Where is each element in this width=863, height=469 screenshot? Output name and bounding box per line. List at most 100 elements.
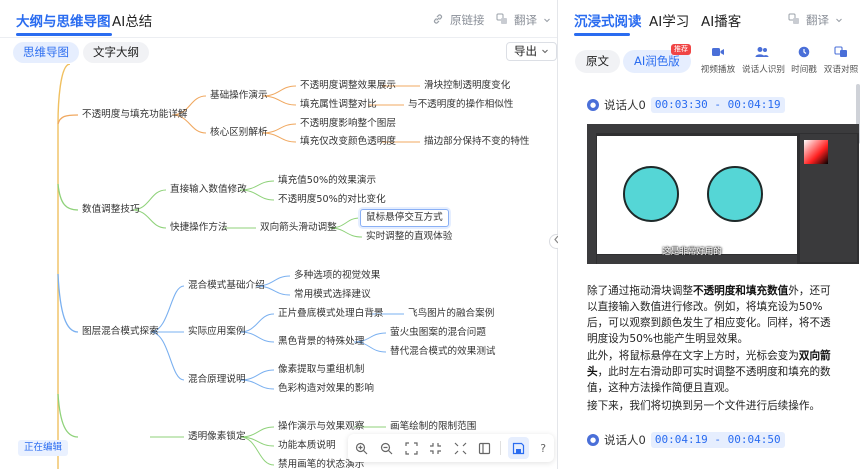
mindmap-node[interactable]: 与不透明度的操作相似性 bbox=[408, 99, 514, 111]
mindmap-node[interactable]: 画笔绘制的限制范围 bbox=[390, 421, 476, 433]
mindmap-node[interactable]: 描边部分保持不变的特性 bbox=[424, 136, 530, 148]
translate-icon bbox=[788, 13, 800, 28]
transcript-paragraph: 接下来，我们将切换到另一个文件进行后续操作。 bbox=[587, 400, 821, 412]
mindmap-node[interactable]: 混合原理说明 bbox=[188, 374, 246, 386]
bilingual-icon bbox=[821, 46, 861, 62]
speaker-id-button[interactable]: 说话人识别 bbox=[742, 46, 785, 75]
left-tab-bar: 大纲与思维导图 AI总结 原链接 翻译 bbox=[0, 0, 557, 38]
video-icon bbox=[698, 46, 738, 62]
active-tab-underline bbox=[574, 33, 630, 36]
active-tab-underline bbox=[16, 33, 112, 36]
chevron-down-icon bbox=[835, 13, 843, 27]
mindmap-node[interactable]: 萤火虫图案的混合问题 bbox=[390, 327, 486, 339]
outline-view-button[interactable]: 文字大纲 bbox=[83, 42, 149, 63]
chevron-down-icon bbox=[541, 49, 548, 54]
people-icon bbox=[742, 46, 782, 62]
fit-screen-icon[interactable] bbox=[400, 437, 422, 459]
translate-label: 翻译 bbox=[514, 13, 537, 27]
timestamp-link[interactable]: 00:03:30 - 00:04:19 bbox=[650, 97, 785, 113]
zoom-in-icon[interactable] bbox=[351, 437, 373, 459]
speaker-row: ● 说话人0 00:03:30 - 00:04:19 bbox=[587, 97, 785, 113]
mindmap-connectors bbox=[57, 64, 420, 469]
mindmap-node[interactable]: 黑色背景的特殊处理 bbox=[278, 336, 364, 348]
video-app-side-panel bbox=[800, 134, 857, 262]
video-app-canvas bbox=[597, 136, 797, 254]
translate-icon bbox=[496, 13, 508, 28]
original-link-button[interactable]: 原链接 bbox=[432, 12, 485, 28]
tab-ai-summary[interactable]: AI总结 bbox=[112, 10, 152, 30]
mindmap-canvas[interactable]: 不透明度与填充功能详解 基础操作演示 不透明度调整效果展示 滑块控制透明度变化 … bbox=[0, 64, 557, 469]
bilingual-button[interactable]: 双语对照 bbox=[821, 46, 861, 75]
mindmap-node[interactable]: 直接输入数值修改 bbox=[170, 184, 247, 196]
timestamp-button[interactable]: 时间戳 bbox=[784, 46, 824, 75]
timestamp-link[interactable]: 00:04:19 - 00:04:50 bbox=[650, 432, 785, 448]
speaker-avatar-icon: ● bbox=[587, 99, 599, 111]
mindmap-node[interactable]: 实时调整的直观体验 bbox=[366, 231, 452, 243]
zoom-out-icon[interactable] bbox=[376, 437, 398, 459]
bilingual-label: 双语对照 bbox=[823, 65, 859, 75]
cyan-circle-right bbox=[707, 166, 763, 222]
mindmap-node[interactable]: 替代混合模式的效果测试 bbox=[390, 346, 496, 358]
cyan-circle-left bbox=[623, 166, 679, 222]
sidebar-icon[interactable] bbox=[474, 437, 496, 459]
expand-all-icon[interactable] bbox=[450, 437, 472, 459]
mindmap-node[interactable]: 快捷操作方法 bbox=[170, 222, 228, 234]
mindmap-node[interactable]: 核心区别解析 bbox=[210, 127, 268, 139]
tab-ai-podcast[interactable]: AI播客 bbox=[701, 10, 741, 30]
mindmap-node[interactable]: 不透明度调整效果展示 bbox=[300, 80, 396, 92]
speaker-name: 说话人0 bbox=[604, 98, 646, 112]
transcript-paragraph: 此外，将鼠标悬停在文字上方时，光标会变为双向箭头，此时左右滑动即可实时调整不透明… bbox=[587, 348, 833, 396]
help-icon[interactable]: ? bbox=[532, 437, 554, 459]
translate-button-right[interactable]: 翻译 bbox=[788, 12, 843, 28]
mindmap-node[interactable]: 像素提取与重组机制 bbox=[278, 364, 364, 376]
speaker-id-label: 说话人识别 bbox=[742, 65, 785, 75]
collapse-all-icon[interactable] bbox=[425, 437, 447, 459]
tab-outline-mindmap[interactable]: 大纲与思维导图 bbox=[16, 10, 111, 30]
save-icon[interactable] bbox=[507, 437, 530, 459]
mindmap-node[interactable]: 不透明度影响整个图层 bbox=[300, 118, 396, 130]
clock-icon bbox=[784, 46, 824, 62]
mindmap-node[interactable]: 基础操作演示 bbox=[210, 90, 268, 102]
toolbar-divider bbox=[499, 441, 501, 455]
mindmap-node[interactable]: 色彩构造对效果的影响 bbox=[278, 383, 374, 395]
color-picker-swatch bbox=[804, 140, 828, 164]
paragraph-bold-text: 不透明度和填充数值 bbox=[692, 285, 789, 297]
mindmap-node[interactable]: 正片叠底模式处理白背景 bbox=[278, 308, 384, 320]
mindmap-node[interactable]: 填充值50%的效果演示 bbox=[278, 175, 376, 187]
mindmap-node[interactable]: 数值调整技巧 bbox=[82, 204, 140, 216]
mindmap-node[interactable]: 不透明度与填充功能详解 bbox=[82, 109, 188, 121]
link-icon bbox=[432, 13, 444, 28]
mindmap-node-selected[interactable]: 鼠标悬停交互方式 bbox=[360, 209, 449, 227]
tab-immersive-reading[interactable]: 沉浸式阅读 bbox=[574, 10, 642, 30]
mindmap-node[interactable]: 透明像素锁定 bbox=[188, 431, 246, 443]
reader-panel: 沉浸式阅读 AI学习 AI播客 翻译 原文 AI润色版 推荐 视频播放 说话人识… bbox=[558, 0, 863, 469]
mindmap-node[interactable]: 实际应用案例 bbox=[188, 326, 246, 338]
speaker-avatar-icon: ● bbox=[587, 434, 599, 446]
mindmap-node[interactable]: 滑块控制透明度变化 bbox=[424, 80, 510, 92]
mindmap-node[interactable]: 飞鸟图片的融合案例 bbox=[408, 308, 494, 320]
video-play-label: 视频播放 bbox=[700, 65, 736, 75]
mindmap-node[interactable]: 功能本质说明 bbox=[278, 440, 336, 452]
video-app-toolbar bbox=[587, 124, 596, 264]
right-tab-bar: 沉浸式阅读 AI学习 AI播客 翻译 bbox=[558, 0, 863, 38]
mindmap-node[interactable]: 图层混合模式探索 bbox=[82, 326, 159, 338]
export-button[interactable]: 导出 bbox=[506, 42, 557, 61]
mindmap-node[interactable]: 双向箭头滑动调整 bbox=[260, 222, 337, 234]
video-play-button[interactable]: 视频播放 bbox=[698, 46, 738, 75]
speaker-row: ● 说话人0 00:04:19 - 00:04:50 bbox=[587, 432, 785, 448]
original-text-button[interactable]: 原文 bbox=[575, 50, 620, 73]
mindmap-node[interactable]: 操作演示与效果观察 bbox=[278, 421, 364, 433]
mindmap-node[interactable]: 填充仅改变颜色透明度 bbox=[300, 136, 396, 148]
tab-ai-learning[interactable]: AI学习 bbox=[649, 10, 689, 30]
mindmap-node[interactable]: 混合模式基础介绍 bbox=[188, 280, 265, 292]
mindmap-bottom-toolbar: ? bbox=[348, 434, 554, 462]
mindmap-node[interactable]: 多种选项的视觉效果 bbox=[294, 270, 380, 282]
mindmap-view-button[interactable]: 思维导图 bbox=[13, 42, 79, 63]
translate-button-left[interactable]: 翻译 bbox=[496, 12, 551, 28]
recommend-badge: 推荐 bbox=[671, 44, 691, 55]
mindmap-node[interactable]: 填充属性调整对比 bbox=[300, 99, 377, 111]
mindmap-node[interactable]: 不透明度50%的对比变化 bbox=[278, 194, 386, 206]
video-thumbnail[interactable]: 这是非常好用的 bbox=[587, 124, 859, 264]
video-app-statusbar bbox=[597, 255, 797, 264]
mindmap-node[interactable]: 常用模式选择建议 bbox=[294, 289, 371, 301]
